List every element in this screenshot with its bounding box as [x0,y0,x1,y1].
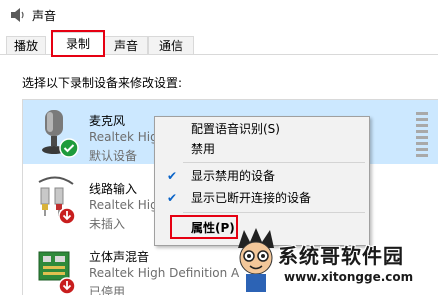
speaker-icon [11,8,24,22]
watermark-url: www.xitongge.com [284,270,414,284]
device-status: 未插入 [89,217,126,231]
properties-highlight-box [170,215,238,239]
device-name: 麦克风 [89,114,126,128]
stereo-mix-icon [38,251,76,294]
menu-separator [183,212,365,213]
microphone-icon [42,110,79,158]
menu-item-label: 配置语音识别(S) [191,122,280,136]
title-bar: 声音 [0,0,438,30]
menu-separator [183,162,365,163]
menu-item-label: 禁用 [191,142,216,156]
menu-item-show-disconnected[interactable]: ✔ 显示已断开连接的设备 [155,188,369,208]
checkmark-icon: ✔ [167,169,178,183]
watermark-brand: 系统哥软件园 [278,244,404,268]
checkmark-icon: ✔ [167,191,178,205]
device-status: 已停用 [89,285,126,295]
tab-highlight-box [51,30,105,57]
tab-sounds[interactable]: 声音 [104,36,148,54]
device-name: 立体声混音 [89,250,150,264]
menu-item-show-disabled[interactable]: ✔ 显示禁用的设备 [155,166,369,186]
menu-item-label: 显示已断开连接的设备 [191,191,312,205]
mascot-logo-icon [238,228,274,292]
menu-item-configure-speech[interactable]: 配置语音识别(S) [155,119,369,139]
level-meter [416,112,428,157]
watermark: 系统哥软件园 www.xitongge.com [232,226,438,294]
tab-playback[interactable]: 播放 [6,36,46,54]
menu-item-label: 显示禁用的设备 [191,169,276,183]
device-driver: Realtek High Definition A [89,266,240,280]
instruction-text: 选择以下录制设备来修改设置: [22,76,183,90]
tab-communications[interactable]: 通信 [148,36,194,54]
device-name: 线路输入 [89,182,138,196]
device-status: 默认设备 [89,149,138,163]
window-title: 声音 [32,9,57,23]
line-in-icon [38,176,76,225]
menu-item-disable[interactable]: 禁用 [155,139,369,159]
